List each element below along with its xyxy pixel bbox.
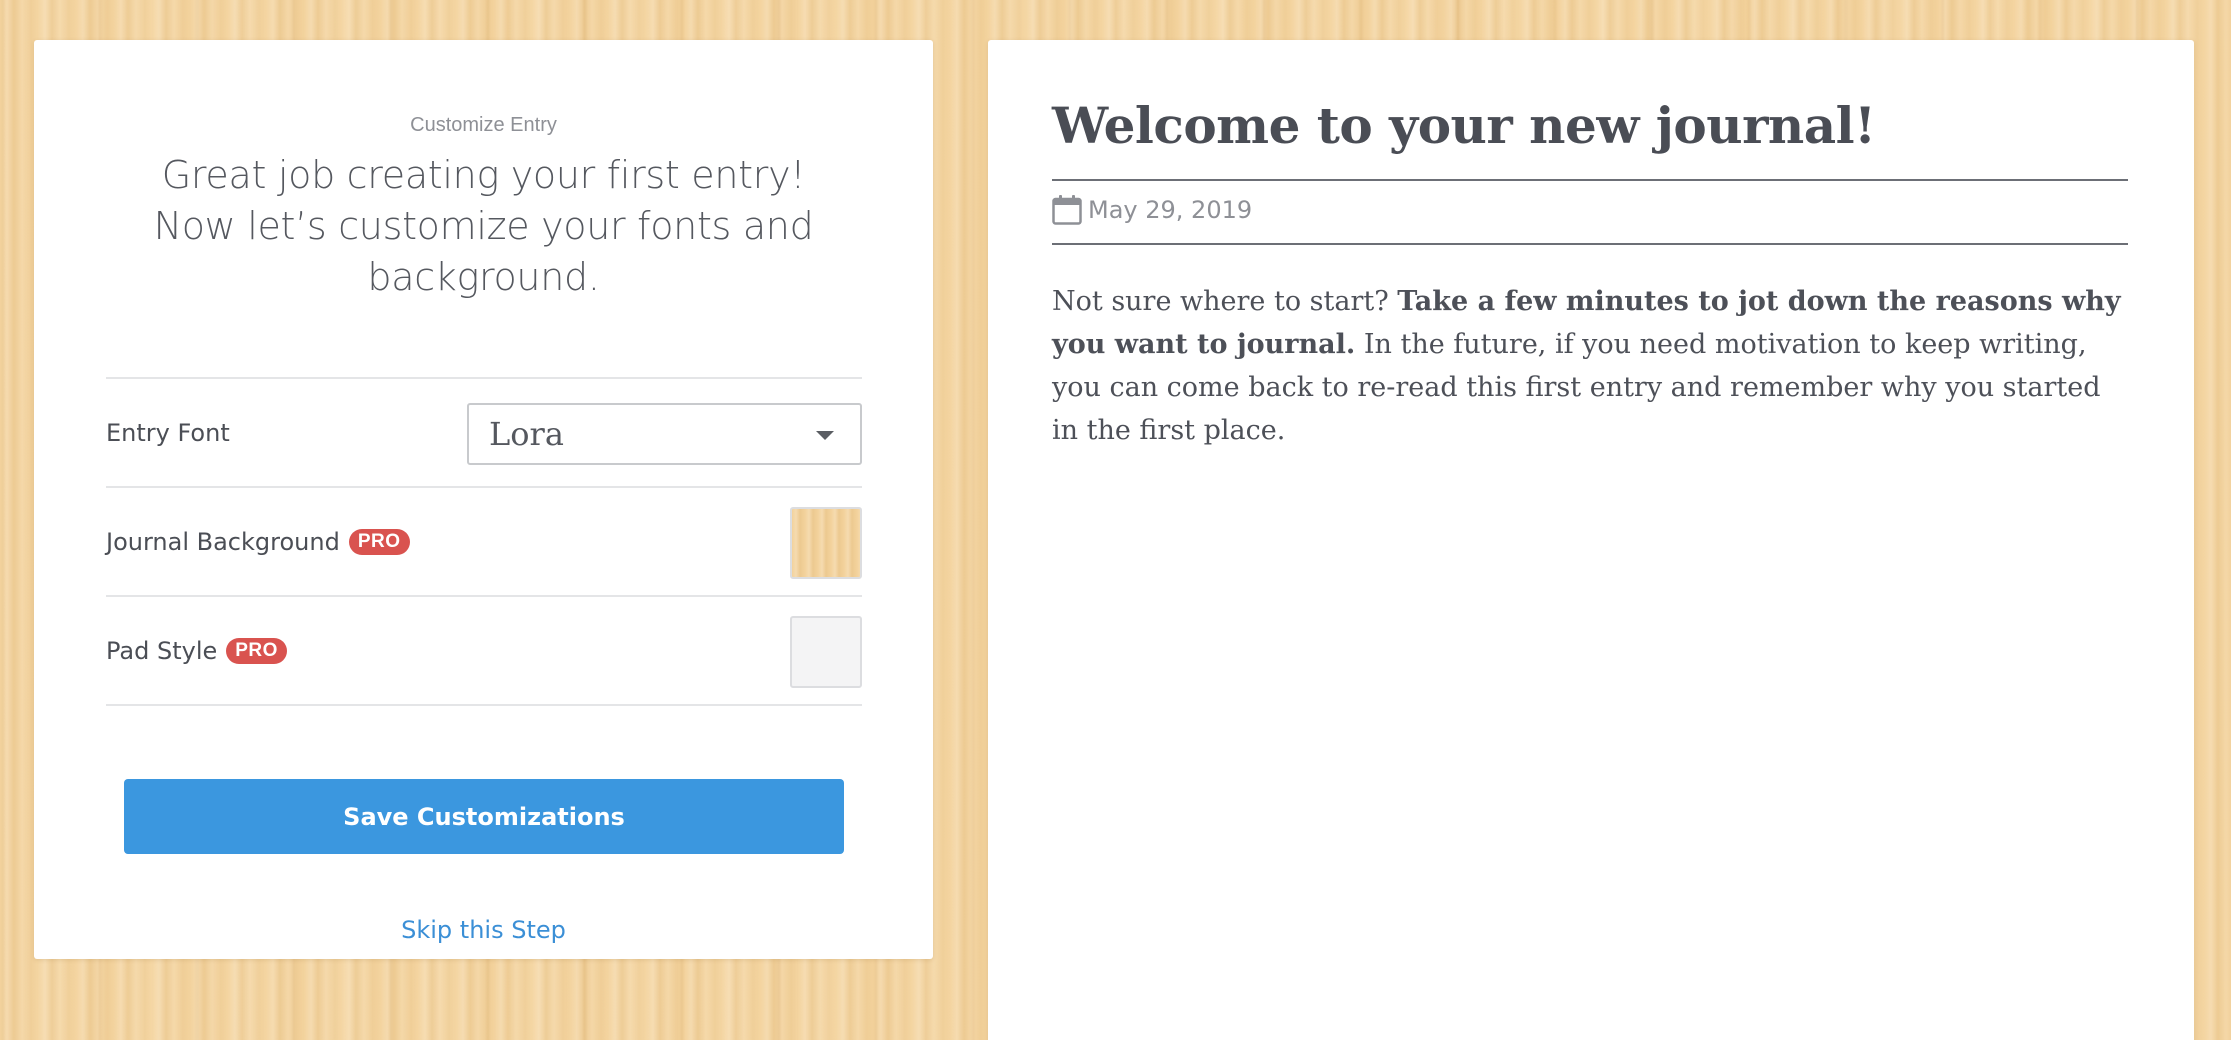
journal-background-label: Journal Background [106, 527, 340, 556]
entry-body-intro: Not sure where to start? [1052, 286, 1398, 317]
panel-eyebrow: Customize Entry [410, 114, 557, 136]
customize-panel: Customize Entry Great job creating your … [34, 40, 933, 959]
entry-date-line: May 29, 2019 [1052, 194, 1252, 225]
skip-step-link[interactable]: Skip this Step [34, 916, 933, 944]
panel-headline: Great job creating your first entry! Now… [153, 153, 814, 299]
title-divider [1052, 179, 2128, 181]
pro-badge: PRO [226, 637, 287, 664]
entry-body[interactable]: Not sure where to start? Take a few minu… [1052, 280, 2132, 452]
calendar-icon [1052, 194, 1082, 225]
chevron-down-icon [816, 431, 834, 440]
entry-title: Welcome to your new journal! [1052, 96, 1876, 155]
setting-row-pad-style: Pad Style PRO [106, 597, 862, 706]
journal-entry-panel: Welcome to your new journal! May 29, 201… [988, 40, 2194, 1040]
settings-list: Entry Font Lora Journal Background PRO P… [106, 377, 862, 706]
entry-font-label: Entry Font [106, 418, 230, 447]
pad-style-label: Pad Style [106, 636, 218, 665]
pro-badge: PRO [348, 528, 410, 555]
save-customizations-button[interactable]: Save Customizations [124, 779, 844, 854]
date-divider [1052, 243, 2128, 245]
journal-background-swatch[interactable] [790, 507, 862, 579]
pad-style-swatch[interactable] [790, 616, 862, 688]
setting-row-journal-background: Journal Background PRO [106, 488, 862, 597]
entry-date: May 29, 2019 [1088, 195, 1253, 224]
entry-font-value: Lora [489, 415, 564, 453]
entry-font-select[interactable]: Lora [467, 403, 862, 465]
setting-row-entry-font: Entry Font Lora [106, 379, 862, 488]
